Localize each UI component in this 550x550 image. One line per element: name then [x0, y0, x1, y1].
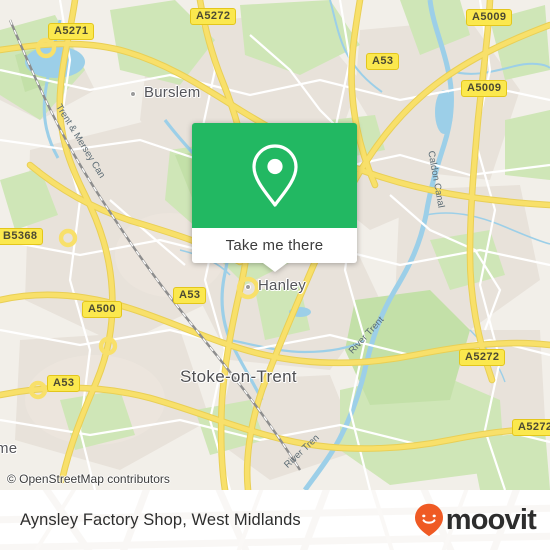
moovit-wordmark: moovit [445, 503, 537, 536]
road-shield-a53-n[interactable]: A53 [366, 53, 400, 70]
place-title: Aynsley Factory Shop, West Midlands [20, 510, 301, 529]
road-shield-a53-c[interactable]: A53 [173, 287, 207, 304]
map-pin-icon [251, 143, 298, 207]
place-dot-hanley [245, 284, 251, 290]
road-shield-a5272-n[interactable]: A5272 [190, 8, 237, 25]
callout-green-panel [192, 123, 357, 228]
road-shield-a5272-s[interactable]: A5272 [512, 419, 550, 436]
road-shield-a5009-n[interactable]: A5009 [466, 9, 513, 26]
moovit-pin-smiley-icon [414, 503, 443, 537]
place-dot-burslem [130, 91, 136, 97]
moovit-map-screenshot: Trent & Mersey Canal Caldon Canal River … [0, 0, 550, 550]
road-shield-b5368[interactable]: B5368 [0, 228, 44, 245]
take-me-there-label: Take me there [225, 237, 324, 254]
moovit-logo[interactable]: moovit [414, 503, 537, 537]
road-shield-a53-s[interactable]: A53 [47, 375, 81, 392]
location-callout-card[interactable]: Take me there [192, 123, 357, 272]
footer-content: Aynsley Factory Shop, West Midlands moov… [0, 490, 550, 550]
callout-pointer-tail [262, 263, 287, 272]
callout-action-panel[interactable]: Take me there [192, 228, 357, 263]
footer-bar: Aynsley Factory Shop, West Midlands moov… [0, 490, 550, 550]
road-shield-a500[interactable]: A500 [82, 301, 122, 318]
map-canvas[interactable]: Trent & Mersey Canal Caldon Canal River … [0, 0, 550, 490]
road-shield-a5272-se[interactable]: A5272 [459, 349, 506, 366]
road-shield-a5271[interactable]: A5271 [48, 23, 95, 40]
road-shield-a5009-e[interactable]: A5009 [461, 80, 508, 97]
osm-attribution[interactable]: © OpenStreetMap contributors [7, 472, 170, 486]
